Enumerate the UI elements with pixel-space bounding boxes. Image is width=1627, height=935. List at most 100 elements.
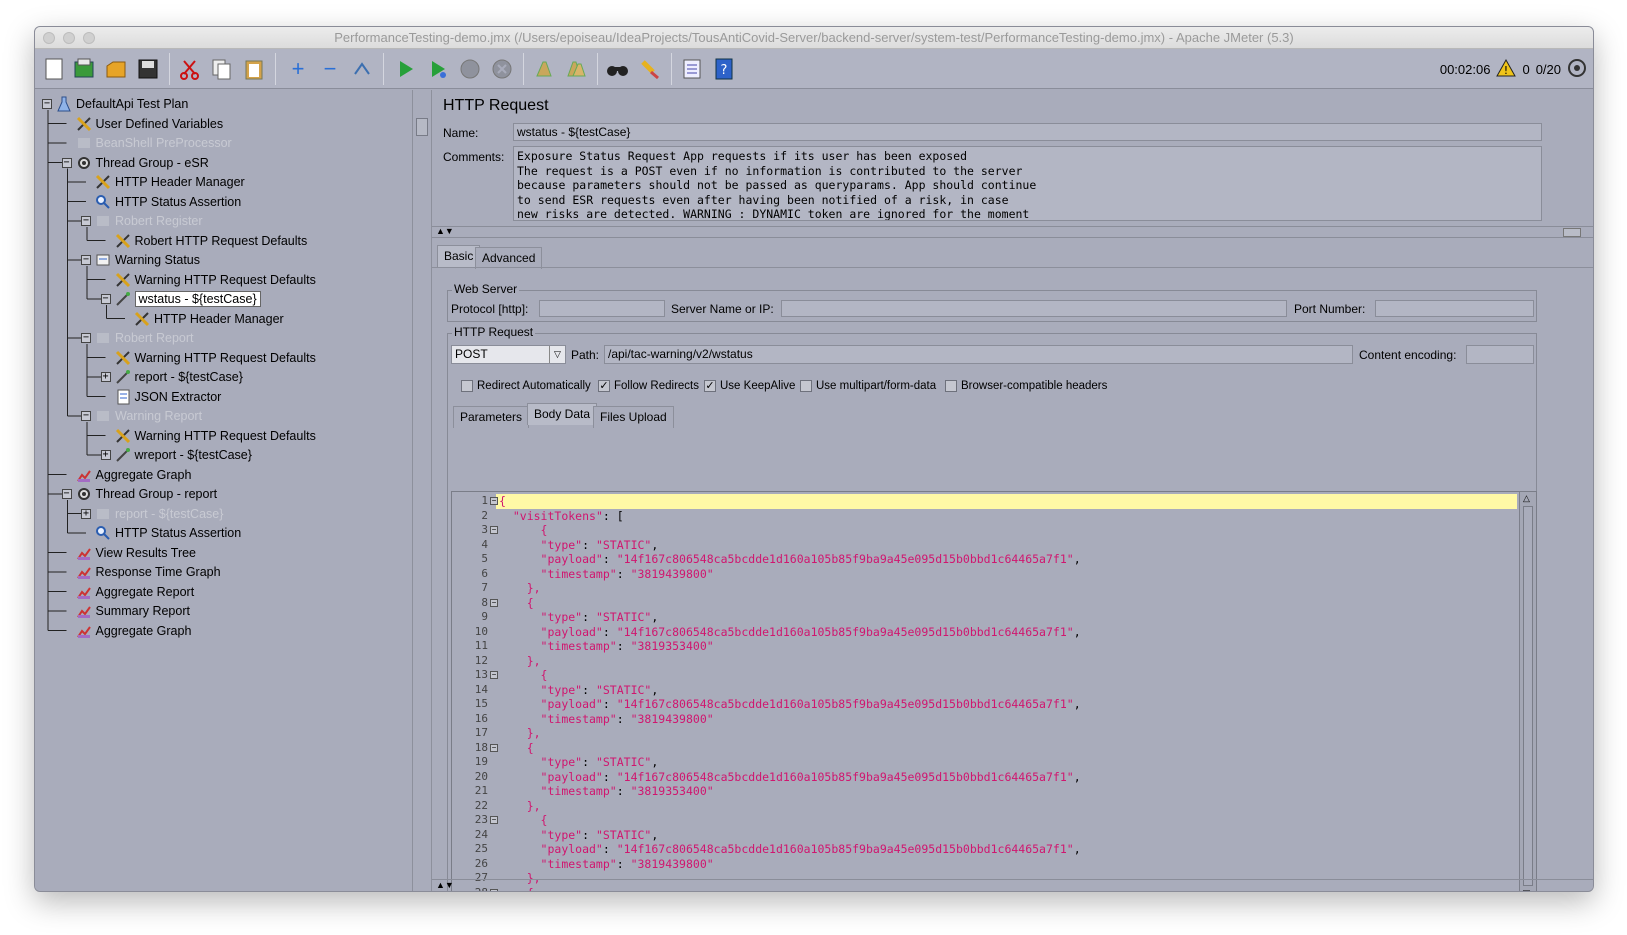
tree-node[interactable]: Robert HTTP Request Defaults bbox=[115, 231, 307, 251]
code-line[interactable]: { bbox=[499, 741, 534, 755]
close-window-icon[interactable] bbox=[43, 32, 55, 44]
checked-box-icon[interactable]: ✓ bbox=[598, 380, 610, 392]
expand-node-icon[interactable]: + bbox=[81, 508, 91, 519]
bottom-splitter[interactable]: ▲▼ bbox=[432, 879, 1593, 891]
tree-node[interactable]: HTTP Status Assertion bbox=[95, 523, 241, 543]
tree-node[interactable]: Response Time Graph bbox=[76, 562, 221, 582]
copy-icon[interactable] bbox=[207, 53, 237, 85]
code-line[interactable]: }, bbox=[499, 726, 541, 740]
unchecked-box-icon[interactable] bbox=[461, 380, 473, 392]
protocol-field[interactable] bbox=[539, 300, 665, 317]
fold-icon[interactable]: − bbox=[490, 671, 498, 679]
tree-node[interactable]: BeanShell PreProcessor bbox=[76, 133, 232, 153]
tree-node[interactable]: HTTP Status Assertion bbox=[95, 192, 241, 212]
tree-node[interactable]: Summary Report bbox=[76, 601, 190, 621]
code-line[interactable]: "visitTokens": [ bbox=[499, 509, 624, 523]
collapse-node-icon[interactable]: − bbox=[42, 99, 52, 109]
checked-box-icon[interactable]: ✓ bbox=[704, 380, 716, 392]
name-field[interactable]: wstatus - ${testCase} bbox=[513, 123, 1542, 141]
server-field[interactable] bbox=[781, 300, 1287, 317]
tree-node[interactable]: User Defined Variables bbox=[76, 114, 223, 134]
tree-node[interactable]: JSON Extractor bbox=[115, 387, 221, 407]
code-line[interactable]: { bbox=[499, 668, 548, 682]
method-select[interactable]: POST ▽ bbox=[451, 345, 566, 364]
zoom-window-icon[interactable] bbox=[83, 32, 95, 44]
code-line[interactable]: "timestamp": "3819439800" bbox=[499, 712, 714, 726]
tree-node[interactable]: Warning Status bbox=[95, 250, 200, 270]
start-icon[interactable] bbox=[391, 53, 421, 85]
tree-node[interactable]: report - ${testCase} bbox=[115, 367, 243, 387]
collapse-all-icon[interactable]: − bbox=[315, 53, 345, 85]
code-line[interactable]: }, bbox=[499, 799, 541, 813]
tree-node[interactable]: wstatus - ${testCase} bbox=[115, 289, 261, 309]
code-line[interactable]: }, bbox=[499, 581, 541, 595]
code-line[interactable]: "type": "STATIC", bbox=[499, 755, 659, 769]
comments-field[interactable]: Exposure Status Request App requests if … bbox=[513, 146, 1542, 221]
code-line[interactable]: }, bbox=[499, 654, 541, 668]
split-divider[interactable] bbox=[412, 90, 432, 891]
start-no-pauses-icon[interactable] bbox=[423, 53, 453, 85]
option-checkbox[interactable]: Redirect Automatically bbox=[461, 380, 591, 392]
tree-node[interactable]: report - ${testCase} bbox=[95, 504, 223, 524]
code-line[interactable]: "timestamp": "3819353400" bbox=[499, 784, 714, 798]
option-checkbox[interactable]: ✓ Use KeepAlive bbox=[704, 380, 795, 392]
collapse-node-icon[interactable]: − bbox=[61, 489, 72, 499]
encoding-field[interactable] bbox=[1466, 345, 1534, 364]
code-line[interactable]: { bbox=[499, 523, 548, 537]
code-line[interactable]: "payload": "14f167c806548ca5bcdde1d160a1… bbox=[499, 552, 1081, 566]
body-data-editor[interactable]: △ ▽ 1−{2 "visitTokens": [3− {4 "type": "… bbox=[451, 491, 1537, 891]
collapse-node-icon[interactable]: − bbox=[100, 294, 111, 304]
tree-node[interactable]: Aggregate Graph bbox=[76, 621, 191, 641]
clear-icon[interactable] bbox=[529, 53, 559, 85]
tree-node[interactable]: Aggregate Graph bbox=[76, 465, 191, 485]
option-checkbox[interactable]: ✓ Follow Redirects bbox=[598, 380, 699, 392]
subtab-parameters[interactable]: Parameters bbox=[453, 406, 530, 428]
clear-all-icon[interactable] bbox=[561, 53, 591, 85]
fold-icon[interactable]: − bbox=[490, 526, 498, 534]
tree-node[interactable]: View Results Tree bbox=[76, 543, 196, 563]
fold-icon[interactable]: − bbox=[490, 497, 498, 505]
collapse-node-icon[interactable]: − bbox=[81, 333, 91, 343]
code-line[interactable]: "payload": "14f167c806548ca5bcdde1d160a1… bbox=[499, 625, 1081, 639]
code-line[interactable]: { bbox=[499, 494, 506, 508]
code-line[interactable]: "type": "STATIC", bbox=[499, 538, 659, 552]
editor-scrollbar[interactable]: △ ▽ bbox=[1519, 492, 1536, 891]
horizontal-splitter[interactable]: ▲▼ bbox=[432, 226, 1593, 238]
subtab-body-data[interactable]: Body Data bbox=[527, 403, 598, 425]
splitter-arrows-icon[interactable]: ▲▼ bbox=[436, 226, 454, 236]
code-line[interactable]: "type": "STATIC", bbox=[499, 828, 659, 842]
collapse-node-icon[interactable]: − bbox=[81, 255, 91, 265]
open-icon[interactable] bbox=[101, 53, 131, 85]
expand-all-icon[interactable]: + bbox=[283, 53, 313, 85]
code-line[interactable]: "type": "STATIC", bbox=[499, 610, 659, 624]
chevron-down-icon[interactable]: ▽ bbox=[549, 346, 565, 363]
paste-icon[interactable] bbox=[239, 53, 269, 85]
tree-node[interactable]: Warning HTTP Request Defaults bbox=[115, 270, 316, 290]
code-line[interactable]: "payload": "14f167c806548ca5bcdde1d160a1… bbox=[499, 770, 1081, 784]
bottom-splitter-arrows-icon[interactable]: ▲▼ bbox=[436, 880, 454, 890]
templates-icon[interactable] bbox=[69, 53, 99, 85]
code-line[interactable]: "timestamp": "3819439800" bbox=[499, 567, 714, 581]
tree-node[interactable]: Warning HTTP Request Defaults bbox=[115, 426, 316, 446]
expand-node-icon[interactable]: + bbox=[100, 450, 111, 460]
toggle-icon[interactable] bbox=[347, 53, 377, 85]
shutdown-icon[interactable] bbox=[487, 53, 517, 85]
path-field[interactable]: /api/tac-warning/v2/wstatus bbox=[604, 345, 1353, 364]
fold-icon[interactable]: − bbox=[490, 743, 498, 752]
option-checkbox[interactable]: Use multipart/form-data bbox=[800, 380, 936, 392]
help-icon[interactable]: ? bbox=[709, 53, 739, 85]
expand-node-icon[interactable]: + bbox=[100, 372, 111, 382]
minimize-window-icon[interactable] bbox=[63, 32, 75, 44]
tree-node[interactable]: Robert Report bbox=[95, 328, 194, 348]
tab-basic[interactable]: Basic bbox=[437, 245, 481, 267]
tree-node[interactable]: Aggregate Report bbox=[76, 582, 194, 602]
code-line[interactable]: "payload": "14f167c806548ca5bcdde1d160a1… bbox=[499, 697, 1081, 711]
unchecked-box-icon[interactable] bbox=[800, 380, 812, 392]
code-line[interactable]: "timestamp": "3819353400" bbox=[499, 639, 714, 653]
tree-node[interactable]: Thread Group - eSR bbox=[76, 153, 209, 173]
tree-node[interactable]: Robert Register bbox=[95, 211, 203, 231]
tree-node[interactable]: DefaultApi Test Plan bbox=[56, 94, 188, 114]
function-helper-icon[interactable] bbox=[677, 53, 707, 85]
port-field[interactable] bbox=[1375, 300, 1534, 317]
tab-advanced[interactable]: Advanced bbox=[475, 247, 543, 269]
